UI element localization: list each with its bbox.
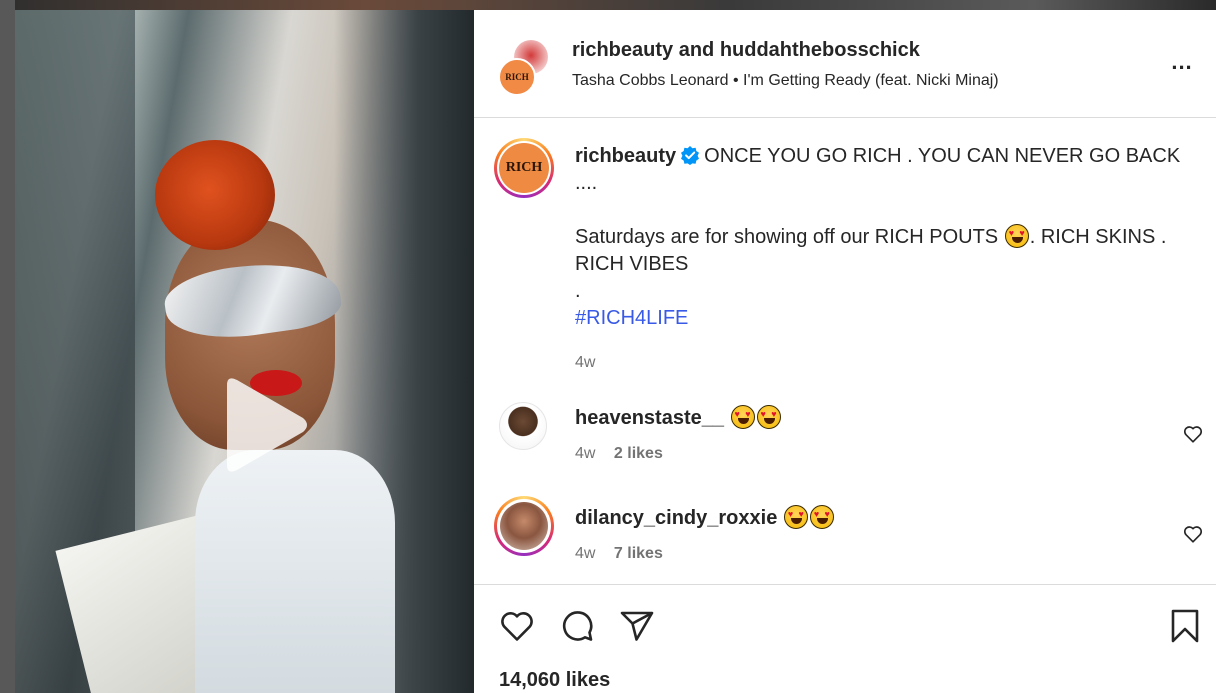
avatar-logo-text: RICH: [505, 72, 529, 82]
comment-like-icon[interactable]: [1182, 423, 1204, 445]
comment-likes-count[interactable]: 2 likes: [614, 445, 663, 462]
heart-outline-icon[interactable]: [498, 607, 536, 645]
comment-meta: 4w 2 likes: [575, 445, 663, 463]
caption-line-3: Saturdays are for showing off our RICH P…: [575, 226, 999, 248]
caption-timestamp[interactable]: 4w: [575, 354, 595, 372]
collab-avatar-main[interactable]: RICH: [498, 58, 536, 96]
heart-eyes-emoji-icon: [1004, 224, 1029, 248]
hashtag-link[interactable]: #RICH4LIFE: [575, 305, 1185, 332]
post-video[interactable]: [15, 10, 474, 693]
comment-item: heavenstaste__ 4w 2 likes: [474, 390, 1216, 480]
caption-line-5: .: [575, 280, 581, 302]
audio-track-link[interactable]: Tasha Cobbs Leonard • I'm Getting Ready …: [572, 72, 999, 90]
paper-plane-icon[interactable]: [618, 607, 656, 645]
more-horizontal-icon: ...: [1171, 49, 1193, 74]
caption-username[interactable]: richbeauty: [575, 145, 676, 167]
comment-likes-count[interactable]: 7 likes: [614, 545, 663, 562]
comment-line: heavenstaste__: [575, 405, 782, 430]
caption-line-1: ONCE YOU GO RICH . YOU CAN NEVER GO BACK: [704, 145, 1181, 167]
comment-avatar[interactable]: [500, 502, 548, 550]
more-options-button[interactable]: ...: [1166, 48, 1198, 80]
comment-username[interactable]: dilancy_cindy_roxxie: [575, 507, 777, 529]
story-ring[interactable]: [494, 496, 554, 556]
comment-timestamp[interactable]: 4w: [575, 545, 595, 562]
video-frame-hair: [155, 140, 275, 250]
post-header: RICH richbeauty and huddahthebosschick T…: [474, 10, 1216, 118]
heart-eyes-emoji-icon: [809, 505, 834, 529]
post-likes-count[interactable]: 14,060 likes: [499, 669, 610, 692]
post-panel: RICH richbeauty and huddahthebosschick T…: [474, 10, 1216, 693]
post-actions: 14,060 likes: [474, 584, 1216, 693]
play-icon[interactable]: [215, 375, 311, 475]
comment-meta: 4w 7 likes: [575, 545, 663, 563]
comment-bubble-icon[interactable]: [558, 607, 596, 645]
verified-badge-icon: [681, 146, 700, 165]
caption-line-2: ....: [575, 172, 598, 194]
bookmark-icon[interactable]: [1168, 607, 1202, 645]
backdrop-strip: [0, 0, 1216, 10]
caption-line-3-end: . RICH SKINS .: [1029, 226, 1167, 248]
comment-avatar[interactable]: [499, 402, 547, 450]
caption-avatar[interactable]: RICH: [499, 143, 549, 193]
avatar-logo-text: RICH: [505, 160, 543, 175]
backdrop-left: [0, 0, 15, 693]
post-caption: RICH richbeauty ONCE YOU GO RICH . YOU CA…: [474, 118, 1216, 388]
heart-eyes-emoji-icon: [783, 505, 808, 529]
comment-item: dilancy_cindy_roxxie 4w 7 likes: [474, 490, 1216, 580]
post-author-names[interactable]: richbeauty and huddahthebosschick: [572, 39, 920, 62]
comment-like-icon[interactable]: [1182, 523, 1204, 545]
heart-eyes-emoji-icon: [756, 405, 781, 429]
comment-timestamp[interactable]: 4w: [575, 445, 595, 462]
collab-avatars[interactable]: RICH: [498, 40, 548, 96]
video-frame-top: [195, 450, 395, 693]
caption-body: richbeauty ONCE YOU GO RICH . YOU CAN NEV…: [575, 143, 1185, 332]
story-ring[interactable]: RICH: [494, 138, 554, 198]
caption-line-4: RICH VIBES: [575, 253, 689, 275]
heart-eyes-emoji-icon: [730, 405, 755, 429]
comment-line: dilancy_cindy_roxxie: [575, 505, 835, 530]
comment-username[interactable]: heavenstaste__: [575, 407, 724, 429]
